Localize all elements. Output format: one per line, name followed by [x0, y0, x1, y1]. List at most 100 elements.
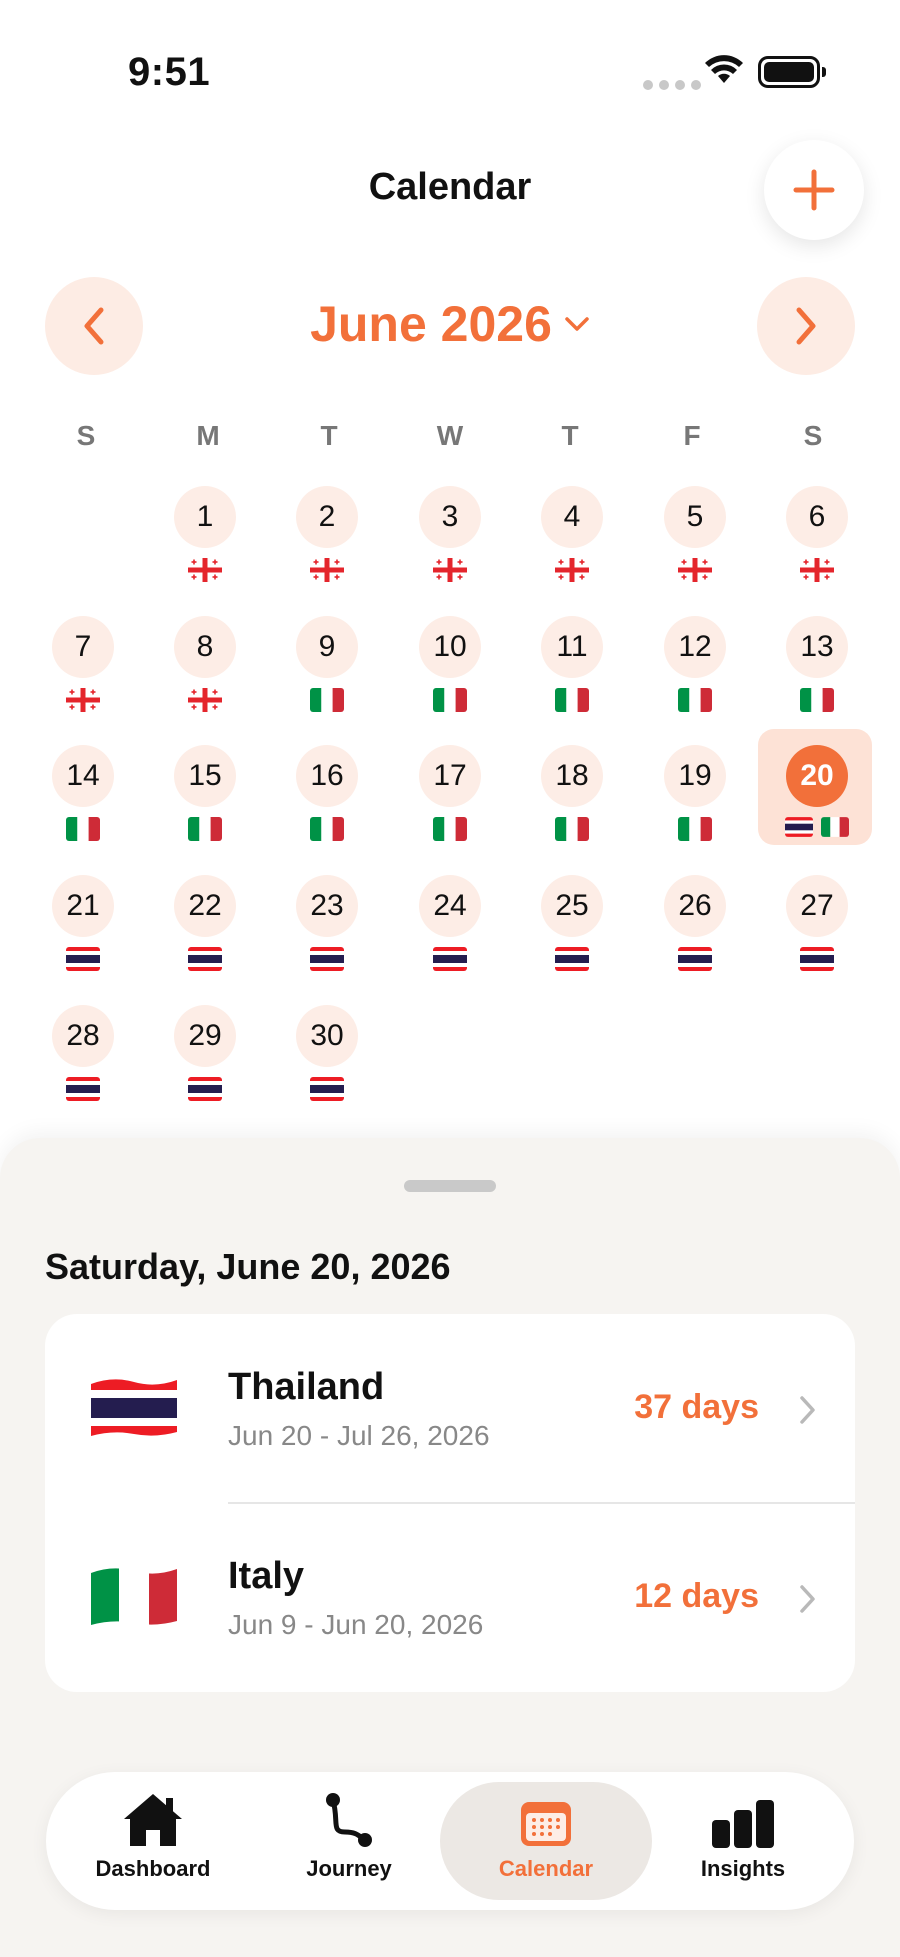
- day-number: 25: [541, 875, 603, 937]
- day-flags: [272, 817, 382, 841]
- day-number: 12: [664, 616, 726, 678]
- tab-calendar[interactable]: Calendar: [440, 1782, 652, 1900]
- chevron-right-icon: [800, 1585, 815, 1613]
- tab-label: Calendar: [498, 1856, 594, 1881]
- calendar-day[interactable]: 15: [150, 745, 260, 860]
- tab-bar: Dashboard Journey Calendar Insights: [46, 1772, 854, 1910]
- thailand-flag-icon: [66, 947, 100, 971]
- day-flags: [150, 688, 260, 712]
- weekday-label: M: [196, 420, 220, 451]
- calendar-day[interactable]: 21: [28, 875, 138, 990]
- calendar-day[interactable]: 8: [150, 616, 260, 731]
- georgia-flag-icon: [433, 558, 467, 582]
- route-icon: [326, 1793, 372, 1847]
- calendar-day[interactable]: 29: [150, 1005, 260, 1120]
- day-flags: [640, 688, 750, 712]
- thailand-flag-icon: [800, 947, 834, 971]
- calendar-day[interactable]: 23: [272, 875, 382, 990]
- day-flags: [395, 817, 505, 841]
- weekday-label: T: [561, 420, 579, 451]
- calendar-day[interactable]: 6: [762, 486, 872, 601]
- calendar-day[interactable]: 10: [395, 616, 505, 731]
- trip-dates: Jun 20 - Jul 26, 2026: [228, 1420, 490, 1451]
- georgia-flag-icon: [678, 558, 712, 582]
- tab-journey[interactable]: Journey: [264, 1782, 434, 1900]
- tab-insights[interactable]: Insights: [658, 1782, 828, 1900]
- calendar-day[interactable]: 20: [758, 729, 872, 860]
- calendar-day[interactable]: 19: [640, 745, 750, 860]
- day-number: 27: [786, 875, 848, 937]
- add-trip-button[interactable]: [764, 140, 864, 240]
- calendar-day[interactable]: 18: [517, 745, 627, 860]
- calendar-day[interactable]: 25: [517, 875, 627, 990]
- day-number: 2: [296, 486, 358, 548]
- trip-duration: 37 days: [634, 1388, 759, 1426]
- calendar-day[interactable]: 5: [640, 486, 750, 601]
- calendar-day[interactable]: 4: [517, 486, 627, 601]
- calendar-day[interactable]: 3: [395, 486, 505, 601]
- day-flags: [150, 1077, 260, 1101]
- tab-dashboard[interactable]: Dashboard: [68, 1782, 238, 1900]
- day-number: 18: [541, 745, 603, 807]
- day-number: 26: [664, 875, 726, 937]
- trip-dates: Jun 9 - Jun 20, 2026: [228, 1609, 484, 1640]
- day-number: 19: [664, 745, 726, 807]
- calendar-day[interactable]: 11: [517, 616, 627, 731]
- calendar-day[interactable]: 17: [395, 745, 505, 860]
- italy-flag-icon: [91, 1568, 177, 1626]
- calendar-day[interactable]: 1: [150, 486, 260, 601]
- day-number: 17: [419, 745, 481, 807]
- day-flags: [272, 947, 382, 971]
- trip-row-thailand[interactable]: Thailand Jun 20 - Jul 26, 2026 37 days: [45, 1314, 855, 1503]
- calendar-day[interactable]: 27: [762, 875, 872, 990]
- sheet-handle[interactable]: [404, 1180, 496, 1192]
- weekday-label: S: [803, 420, 823, 451]
- calendar-day[interactable]: 30: [272, 1005, 382, 1120]
- italy-flag-icon: [433, 817, 467, 841]
- day-number: 11: [541, 616, 603, 678]
- calendar-day[interactable]: 9: [272, 616, 382, 731]
- day-number: 3: [419, 486, 481, 548]
- next-month-button[interactable]: [757, 277, 855, 375]
- calendar-day[interactable]: 7: [28, 616, 138, 731]
- day-number: 7: [52, 616, 114, 678]
- calendar-day[interactable]: 14: [28, 745, 138, 860]
- thailand-flag-icon: [678, 947, 712, 971]
- day-number: 16: [296, 745, 358, 807]
- calendar-day[interactable]: 22: [150, 875, 260, 990]
- italy-flag-icon: [821, 817, 849, 837]
- day-number: 1: [174, 486, 236, 548]
- calendar-day[interactable]: 13: [762, 616, 872, 731]
- italy-flag-icon: [800, 688, 834, 712]
- day-flags: [272, 558, 382, 582]
- italy-flag-icon: [188, 817, 222, 841]
- day-flags: [28, 817, 138, 841]
- day-flags: [28, 947, 138, 971]
- tab-label: Insights: [700, 1856, 786, 1881]
- trip-country: Thailand: [228, 1366, 385, 1408]
- day-flags: [762, 558, 872, 582]
- italy-flag-icon: [555, 688, 589, 712]
- status-time: 9:51: [128, 50, 211, 94]
- trip-row-italy[interactable]: Italy Jun 9 - Jun 20, 2026 12 days: [45, 1503, 855, 1692]
- calendar-day[interactable]: 28: [28, 1005, 138, 1120]
- day-flags: [150, 558, 260, 582]
- day-flags: [640, 558, 750, 582]
- day-flags: [640, 947, 750, 971]
- chevron-right-icon: [796, 307, 816, 345]
- georgia-flag-icon: [800, 558, 834, 582]
- thailand-flag-icon: [433, 947, 467, 971]
- day-flags: [640, 817, 750, 841]
- calendar-day[interactable]: 2: [272, 486, 382, 601]
- italy-flag-icon: [678, 817, 712, 841]
- italy-flag-icon: [66, 817, 100, 841]
- calendar-day[interactable]: 12: [640, 616, 750, 731]
- calendar-day[interactable]: 26: [640, 875, 750, 990]
- calendar-day[interactable]: 24: [395, 875, 505, 990]
- day-flags: [762, 817, 872, 837]
- weekday-label: W: [436, 420, 464, 451]
- day-flags: [150, 947, 260, 971]
- day-number: 8: [174, 616, 236, 678]
- wifi-icon: [705, 55, 743, 83]
- calendar-day[interactable]: 16: [272, 745, 382, 860]
